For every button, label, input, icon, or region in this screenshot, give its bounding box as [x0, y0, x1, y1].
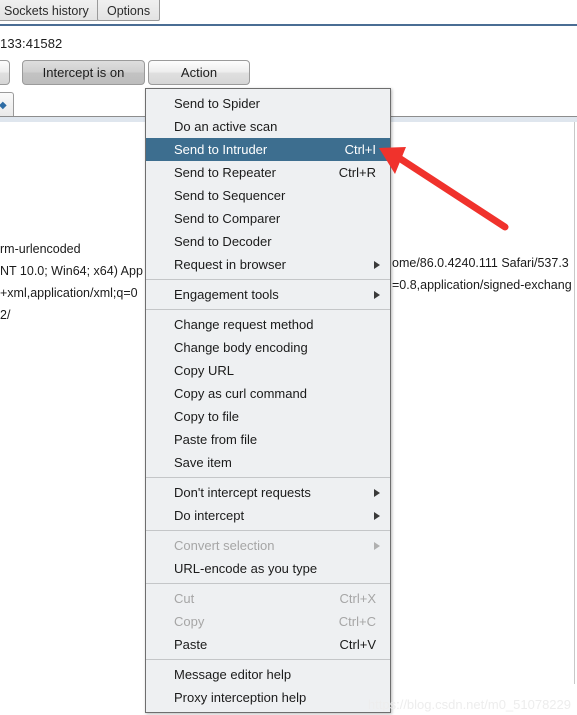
- menu-item[interactable]: Send to Sequencer: [146, 184, 390, 207]
- tab-options[interactable]: Options: [97, 0, 161, 21]
- menu-item[interactable]: Copy URL: [146, 359, 390, 382]
- editor-tab-stub[interactable]: ◆: [0, 92, 14, 117]
- tab-strip: Sockets history Options: [0, 0, 577, 22]
- menu-item[interactable]: Save item: [146, 451, 390, 474]
- menu-item[interactable]: Send to Decoder: [146, 230, 390, 253]
- watermark-text: https://blog.csdn.net/m0_51078229: [367, 697, 571, 712]
- menu-item-label: Proxy interception help: [174, 690, 307, 705]
- menu-separator: [146, 530, 390, 531]
- menu-item-label: Send to Sequencer: [174, 188, 286, 203]
- menu-item-label: Request in browser: [174, 257, 286, 272]
- submenu-chevron-right-icon: [374, 260, 380, 269]
- menu-item-label: Change body encoding: [174, 340, 308, 355]
- menu-item-shortcut: Ctrl+V: [339, 637, 376, 652]
- menu-item-label: Send to Decoder: [174, 234, 272, 249]
- menu-item-label: URL-encode as you type: [174, 561, 318, 576]
- menu-item-label: Do intercept: [174, 508, 245, 523]
- menu-item-label: Change request method: [174, 317, 314, 332]
- menu-separator: [146, 583, 390, 584]
- menu-separator: [146, 477, 390, 478]
- request-text-line: ome/86.0.4240.111 Safari/537.3: [392, 256, 569, 270]
- menu-item[interactable]: Send to Spider: [146, 92, 390, 115]
- menu-item-label: Convert selection: [174, 538, 275, 553]
- menu-item[interactable]: Do intercept: [146, 504, 390, 527]
- menu-item[interactable]: Copy as curl command: [146, 382, 390, 405]
- menu-item-label: Send to Spider: [174, 96, 261, 111]
- menu-item-label: Do an active scan: [174, 119, 278, 134]
- menu-item-label: Copy as curl command: [174, 386, 307, 401]
- tab-sockets-history[interactable]: Sockets history: [0, 0, 99, 21]
- menu-item-label: Paste: [174, 637, 208, 652]
- menu-item[interactable]: Don't intercept requests: [146, 481, 390, 504]
- menu-item-shortcut: Ctrl+I: [344, 142, 376, 157]
- menu-item[interactable]: Do an active scan: [146, 115, 390, 138]
- request-text-line: rm-urlencoded: [0, 242, 81, 256]
- menu-separator: [146, 279, 390, 280]
- menu-item[interactable]: URL-encode as you type: [146, 557, 390, 580]
- menu-item: Copy Ctrl+C: [146, 610, 390, 633]
- request-text-line: =0.8,application/signed-exchang: [392, 278, 572, 292]
- menu-item-label: Send to Repeater: [174, 165, 276, 180]
- menu-item-label: Save item: [174, 455, 232, 470]
- menu-item[interactable]: Paste Ctrl+V: [146, 633, 390, 656]
- menu-item[interactable]: Send to Repeater Ctrl+R: [146, 161, 390, 184]
- menu-item-shortcut: Ctrl+C: [338, 614, 376, 629]
- menu-item[interactable]: Change body encoding: [146, 336, 390, 359]
- intercept-toggle-button[interactable]: Intercept is on: [22, 60, 145, 85]
- menu-item-label: Send to Intruder: [174, 142, 268, 157]
- menu-item[interactable]: Copy to file: [146, 405, 390, 428]
- editor-tab-icon: ◆: [0, 100, 7, 111]
- request-text-line: 2/: [0, 308, 11, 322]
- forward-button[interactable]: [0, 60, 10, 85]
- action-button[interactable]: Action: [148, 60, 250, 85]
- menu-item: Cut Ctrl+X: [146, 587, 390, 610]
- menu-item[interactable]: Send to Intruder Ctrl+I: [146, 138, 390, 161]
- menu-item[interactable]: Request in browser: [146, 253, 390, 276]
- menu-item-label: Engagement tools: [174, 287, 279, 302]
- menu-item-shortcut: Ctrl+R: [338, 165, 376, 180]
- menu-item[interactable]: Paste from file: [146, 428, 390, 451]
- submenu-chevron-right-icon: [374, 488, 380, 497]
- action-button-label: Action: [180, 65, 218, 80]
- menu-item-label: Send to Comparer: [174, 211, 281, 226]
- submenu-chevron-right-icon: [374, 290, 380, 299]
- submenu-chevron-right-icon: [374, 511, 380, 520]
- menu-item[interactable]: Message editor help: [146, 663, 390, 686]
- menu-item[interactable]: Proxy interception help: [146, 686, 390, 709]
- request-text-line: +xml,application/xml;q=0: [0, 286, 138, 300]
- menu-item-label: Paste from file: [174, 432, 258, 447]
- context-menu[interactable]: Send to Spider Do an active scan Send to I…: [145, 88, 391, 713]
- submenu-chevron-right-icon: [374, 541, 380, 550]
- menu-item-label: Copy URL: [174, 363, 234, 378]
- menu-item-label: Copy: [174, 614, 205, 629]
- tab-label: Options: [107, 4, 151, 18]
- menu-separator: [146, 309, 390, 310]
- menu-item[interactable]: Engagement tools: [146, 283, 390, 306]
- menu-item-label: Cut: [174, 591, 195, 606]
- menu-item-label: Copy to file: [174, 409, 240, 424]
- request-editor-right-rule: [574, 122, 575, 684]
- panel-accent-rule: [0, 24, 577, 26]
- menu-item: Convert selection: [146, 534, 390, 557]
- request-text-line: NT 10.0; Win64; x64) App: [0, 264, 143, 278]
- tab-label: Sockets history: [4, 4, 89, 18]
- host-address-label: 133:41582: [0, 36, 63, 51]
- intercept-toggle-label: Intercept is on: [42, 65, 125, 80]
- menu-item-label: Don't intercept requests: [174, 485, 311, 500]
- menu-item-shortcut: Ctrl+X: [339, 591, 376, 606]
- menu-separator: [146, 659, 390, 660]
- menu-item[interactable]: Change request method: [146, 313, 390, 336]
- menu-item-label: Message editor help: [174, 667, 292, 682]
- menu-item[interactable]: Send to Comparer: [146, 207, 390, 230]
